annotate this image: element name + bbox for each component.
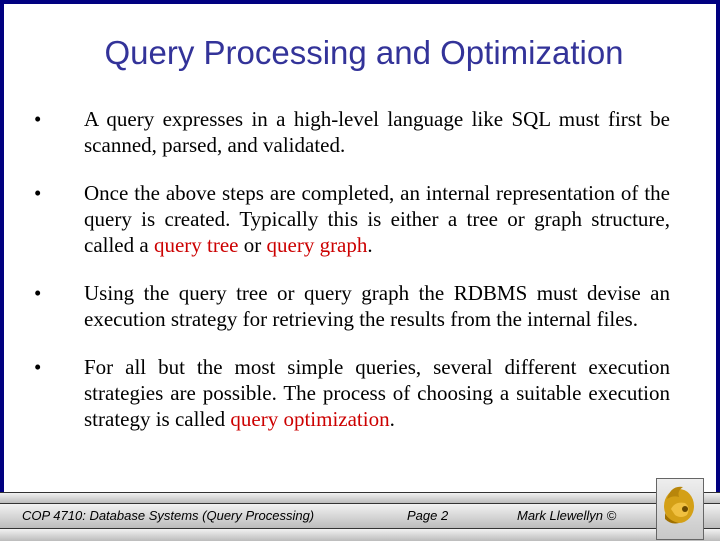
bullet-marker: • xyxy=(34,355,42,379)
bullet-list: • A query expresses in a high-level langu… xyxy=(34,106,670,454)
footer-page-number: Page 2 xyxy=(407,508,449,523)
highlighted-term: query optimization xyxy=(230,407,390,431)
highlighted-term: query tree xyxy=(153,233,239,257)
logo-box xyxy=(656,478,704,540)
bullet-text: Using the query tree or query graph the … xyxy=(84,281,670,331)
footer-bar: COP 4710: Database Systems (Query Proces… xyxy=(0,492,720,541)
pegasus-logo-icon xyxy=(664,486,694,524)
bullet-marker: • xyxy=(34,107,42,131)
highlighted-term: query graph xyxy=(266,233,368,257)
slide-title: Query Processing and Optimization xyxy=(104,34,624,71)
bullet-item: • Once the above steps are completed, an … xyxy=(34,180,670,258)
footer-stripe-bottom xyxy=(0,528,720,541)
bullet-marker: • xyxy=(34,181,42,205)
bullet-text: A query expresses in a high-level langua… xyxy=(84,107,670,157)
bullet-text: . xyxy=(367,233,373,257)
footer-stripe-top xyxy=(0,492,720,503)
bullet-item: • For all but the most simple queries, se… xyxy=(34,354,670,432)
bullet-item: • A query expresses in a high-level langu… xyxy=(34,106,670,158)
bullet-text: or xyxy=(238,233,267,257)
footer-author: Mark Llewellyn © xyxy=(517,508,617,523)
footer-course: COP 4710: Database Systems (Query Proces… xyxy=(22,508,315,523)
slide: Query Processing and Optimization • A que… xyxy=(0,0,720,540)
bullet-text: . xyxy=(389,407,395,431)
bullet-item: • Using the query tree or query graph the… xyxy=(34,280,670,332)
bullet-marker: • xyxy=(34,281,42,305)
